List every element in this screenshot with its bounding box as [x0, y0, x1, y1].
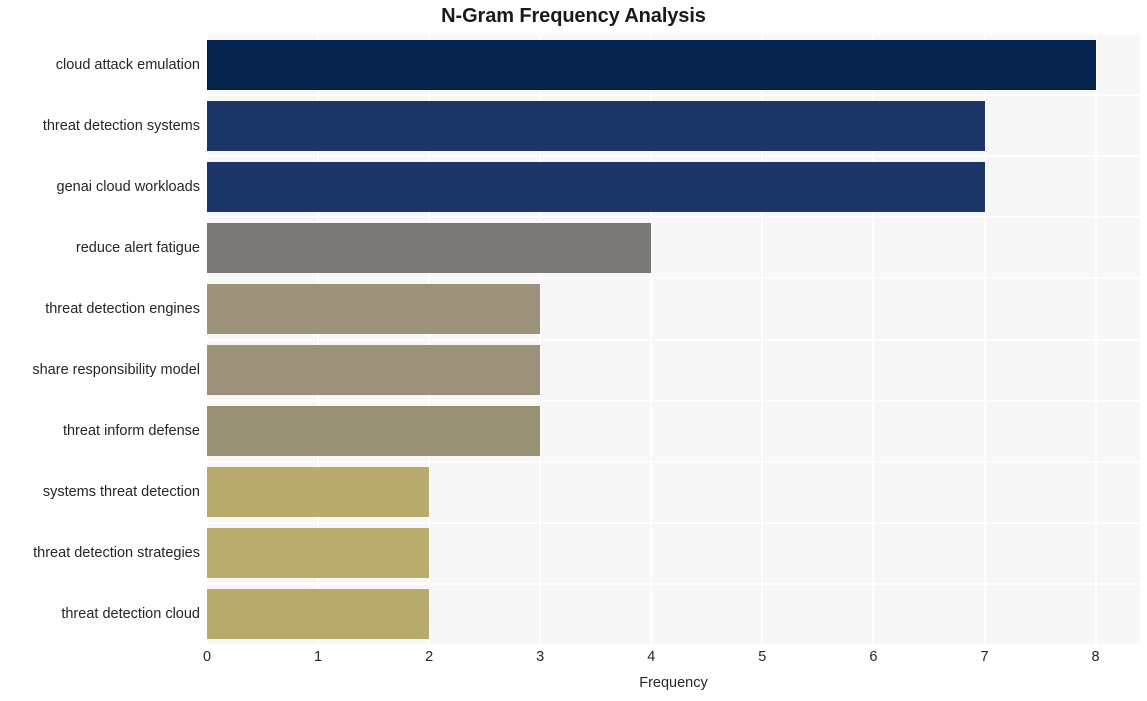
x-axis-tick-label: 4: [647, 649, 656, 665]
bar[interactable]: [207, 222, 652, 273]
chart-title: N-Gram Frequency Analysis: [441, 5, 706, 27]
y-axis-tick-label: threat detection systems: [42, 117, 200, 134]
x-axis-tick-label: 6: [869, 649, 878, 665]
ngram-frequency-chart: N-Gram Frequency Analysis cloud attack e…: [0, 0, 1147, 701]
x-axis-tick-label: 0: [202, 649, 212, 665]
bar[interactable]: [207, 345, 541, 396]
bar[interactable]: [207, 283, 541, 334]
y-axis-tick-label: genai cloud workloads: [56, 178, 200, 195]
gridline-horizontal: [207, 521, 1140, 524]
gridline-horizontal: [207, 582, 1140, 585]
x-axis-tick-label: 7: [980, 649, 989, 665]
gridline-horizontal: [207, 155, 1140, 158]
x-axis-tick-label: 5: [758, 649, 767, 665]
x-axis-tick-label: 8: [1091, 649, 1100, 665]
y-axis-tick-label: threat detection strategies: [33, 545, 200, 562]
y-axis-tick-labels: cloud attack emulation threat detection s…: [0, 34, 200, 645]
y-axis-tick-label: threat detection engines: [45, 300, 200, 317]
y-axis-tick-label: cloud attack emulation: [55, 56, 200, 73]
bar[interactable]: [207, 406, 541, 457]
x-axis-tick-label: 1: [314, 649, 323, 665]
gridline-horizontal: [207, 399, 1140, 402]
bar[interactable]: [207, 528, 430, 579]
gridline-horizontal: [207, 644, 1140, 645]
gridline-horizontal: [207, 216, 1140, 219]
bar[interactable]: [207, 161, 985, 212]
y-axis-tick-label: reduce alert fatigue: [75, 239, 200, 256]
bar[interactable]: [207, 589, 430, 640]
gridline-horizontal: [207, 338, 1140, 341]
gridline-horizontal: [207, 34, 1140, 35]
gridline-horizontal: [207, 460, 1140, 463]
y-axis-tick-label: share responsibility model: [32, 362, 200, 379]
plot-area: [207, 34, 1140, 645]
x-axis-tick-label: 3: [536, 649, 545, 665]
gridline-horizontal: [207, 94, 1140, 97]
y-axis-tick-label: systems threat detection: [42, 484, 200, 501]
y-axis-tick-label: threat inform defense: [62, 423, 200, 440]
y-axis-tick-label: threat detection cloud: [61, 606, 200, 623]
gridline-horizontal: [207, 277, 1140, 280]
bar[interactable]: [207, 100, 985, 151]
bar[interactable]: [207, 39, 1096, 90]
x-axis-tick-label: 2: [425, 649, 434, 665]
x-axis-tick-labels: 0 1 2 3 4 5 6 7 8: [0, 650, 1147, 672]
bar[interactable]: [207, 467, 430, 518]
x-axis-title: Frequency: [639, 675, 708, 691]
